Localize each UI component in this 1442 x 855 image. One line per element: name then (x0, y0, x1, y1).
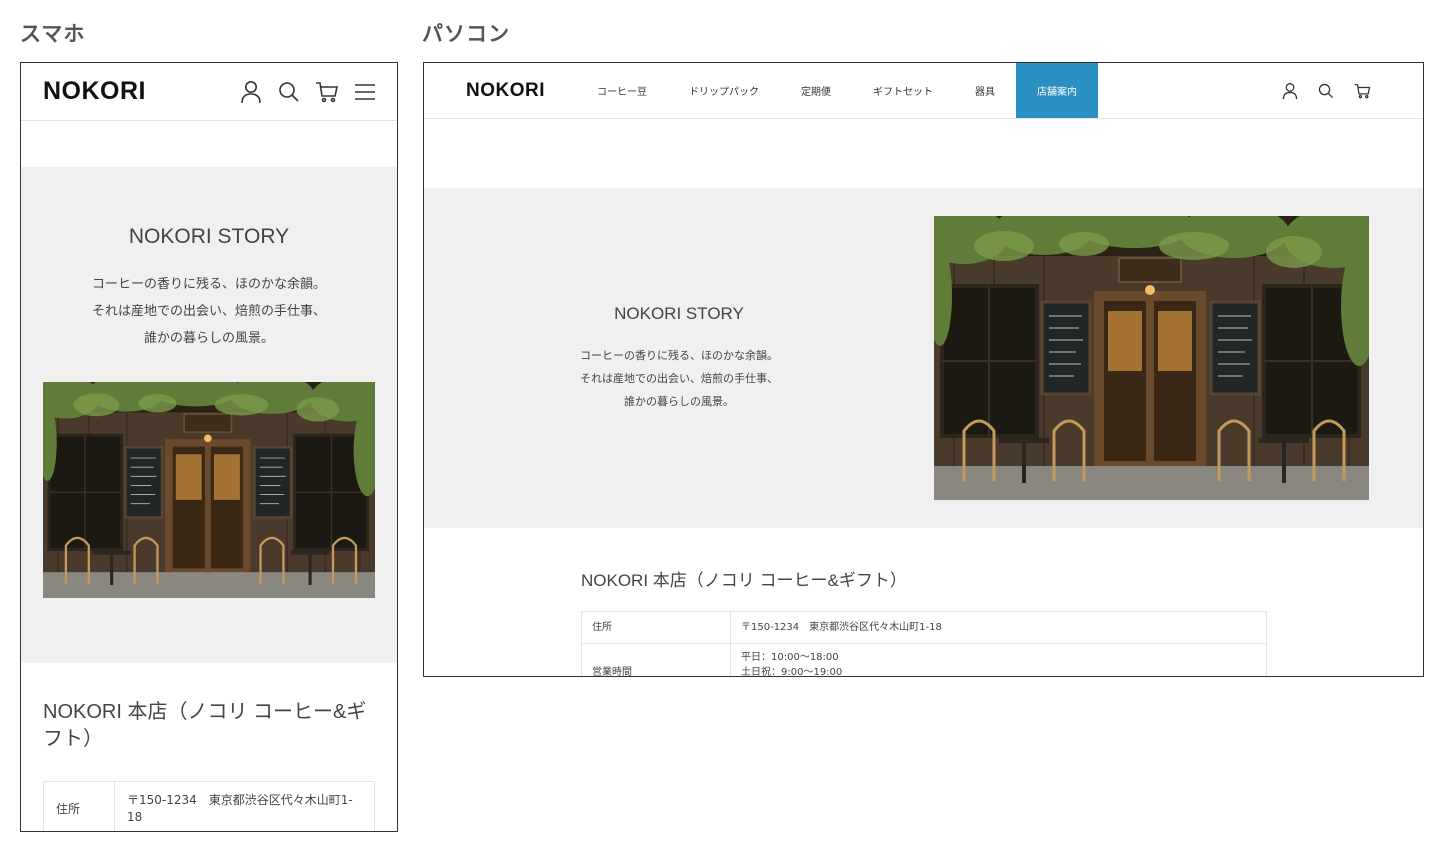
cafe-storefront-photo (43, 382, 375, 598)
store-section: NOKORI 本店（ノコリ コーヒー&ギフト） 住所 〒150-1234 東京都… (21, 663, 397, 831)
nav-item-gift-set[interactable]: ギフトセット (852, 63, 954, 118)
store-section: NOKORI 本店（ノコリ コーヒー&ギフト） 住所 〒150-1234 東京都… (424, 528, 1423, 677)
table-row: 住所 〒150-1234 東京都渋谷区代々木山町1-18 (43, 781, 375, 831)
story-section: NOKORI STORY コーヒーの香りに残る、ほのかな余韻。 それは産地での出… (424, 188, 1423, 528)
story-line: それは産地での出会い、焙煎の手仕事、 (580, 372, 778, 385)
site-logo[interactable]: NOKORI (424, 63, 576, 118)
story-text: コーヒーの香りに残る、ほのかな余韻。 それは産地での出会い、焙煎の手仕事、 誰か… (21, 271, 397, 352)
cart-icon[interactable] (315, 80, 339, 104)
address-value: 〒150-1234 東京都渋谷区代々木山町1-18 (730, 611, 1267, 644)
story-line: コーヒーの香りに残る、ほのかな余韻。 (91, 277, 326, 292)
pc-site-header: NOKORI コーヒー豆 ドリップパック 定期便 ギフトセット 器具 店舗案内 (424, 63, 1423, 119)
address-value: 〒150-1234 東京都渋谷区代々木山町1-18 (114, 781, 375, 831)
global-nav: コーヒー豆 ドリップパック 定期便 ギフトセット 器具 店舗案内 (576, 63, 1098, 118)
cart-icon[interactable] (1353, 82, 1371, 100)
story-line: コーヒーの香りに残る、ほのかな余韻。 (580, 349, 778, 362)
nav-item-store-info[interactable]: 店舗案内 (1016, 63, 1098, 118)
sp-site-header: NOKORI (21, 63, 397, 121)
pc-preview: NOKORI コーヒー豆 ドリップパック 定期便 ギフトセット 器具 店舗案内 … (423, 62, 1424, 677)
account-icon[interactable] (1281, 82, 1299, 100)
store-info-table: 住所 〒150-1234 東京都渋谷区代々木山町1-18 営業時間 平日：10:… (581, 611, 1267, 677)
nav-item-subscription[interactable]: 定期便 (780, 63, 852, 118)
hours-value: 平日：10:00〜18:00 土日祝：9:00〜19:00 (730, 643, 1267, 677)
store-title: NOKORI 本店（ノコリ コーヒー&ギフト） (581, 571, 907, 590)
hours-label: 営業時間 (581, 643, 731, 676)
story-title: NOKORI STORY (614, 304, 744, 323)
search-icon[interactable] (1317, 82, 1335, 100)
nav-item-coffee-beans[interactable]: コーヒー豆 (576, 63, 668, 118)
table-row: 住所 〒150-1234 東京都渋谷区代々木山町1-18 (581, 611, 1267, 644)
story-line: 誰かの暮らしの風景。 (143, 331, 274, 346)
account-icon[interactable] (239, 80, 263, 104)
store-title: NOKORI 本店（ノコリ コーヒー&ギフト） (43, 701, 367, 750)
nav-item-drip-pack[interactable]: ドリップパック (668, 63, 780, 118)
hours-weekend: 土日祝：9:00〜19:00 (741, 667, 843, 677)
address-label: 住所 (43, 781, 115, 831)
address-label: 住所 (581, 611, 731, 644)
cafe-storefront-photo (934, 216, 1369, 500)
story-text: コーヒーの香りに残る、ほのかな余韻。 それは産地での出会い、焙煎の手仕事、 誰か… (424, 344, 934, 413)
nav-item-equipment[interactable]: 器具 (954, 63, 1016, 118)
story-section: NOKORI STORY コーヒーの香りに残る、ほのかな余韻。 それは産地での出… (21, 167, 397, 663)
store-info-table: 住所 〒150-1234 東京都渋谷区代々木山町1-18 (43, 781, 375, 831)
hours-weekday: 平日：10:00〜18:00 (741, 652, 839, 663)
story-title: NOKORI STORY (128, 225, 290, 248)
story-line: 誰かの暮らしの風景。 (624, 395, 734, 408)
smartphone-label: スマホ (20, 22, 86, 46)
menu-icon[interactable] (353, 80, 377, 104)
site-logo[interactable]: NOKORI (43, 77, 239, 106)
pc-label: パソコン (422, 22, 510, 46)
table-row: 営業時間 平日：10:00〜18:00 土日祝：9:00〜19:00 (581, 643, 1267, 677)
story-line: それは産地での出会い、焙煎の手仕事、 (91, 304, 326, 319)
smartphone-preview: NOKORI NOKORI STORY コーヒーの香りに残る、ほのかな余韻。 そ… (20, 62, 398, 832)
search-icon[interactable] (277, 80, 301, 104)
